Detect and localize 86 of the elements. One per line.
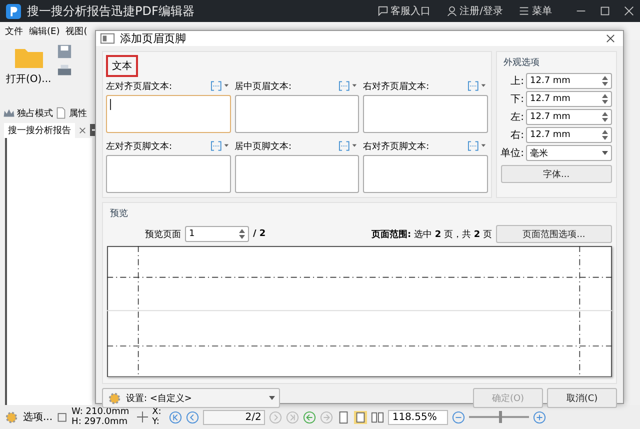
spin-arrows-icon[interactable] [602, 94, 608, 104]
insert-macro-icon[interactable] [466, 80, 488, 92]
back-icon[interactable] [303, 410, 316, 424]
header-link[interactable]: 菜单 [519, 4, 552, 18]
dialog-title: 添加页眉页脚 [120, 31, 186, 46]
text-area[interactable] [234, 95, 360, 133]
field-label: 左对齐页脚文本: [106, 140, 172, 152]
page-height: H: 297.0mm [72, 417, 129, 427]
margin-label: 右: [510, 129, 524, 142]
text-area[interactable] [234, 155, 360, 193]
menu-item[interactable]: 文件 [5, 24, 23, 38]
open-button[interactable]: 打开(O)... [6, 72, 52, 86]
text-area[interactable] [363, 155, 488, 193]
group-title: 预览 [109, 208, 129, 221]
page-range-text: 页面范围: 选中 2 页，共 2 页 [372, 228, 492, 240]
save-icon[interactable] [57, 44, 72, 59]
zoom-out-icon[interactable] [452, 410, 466, 424]
fit-width-icon[interactable] [354, 410, 368, 424]
margin-spinbox[interactable]: 12.7 mm [526, 127, 612, 143]
preview-page-label: 预览页面 [145, 228, 181, 240]
field-label: 右对齐页眉文本: [363, 80, 430, 92]
properties-button[interactable]: 属性 [69, 106, 87, 120]
menu-item[interactable]: 视图( [66, 24, 88, 38]
app-title: 搜一搜分析报告迅捷PDF编辑器 [27, 2, 194, 20]
options-button[interactable]: 选项... [23, 410, 53, 424]
insert-macro-icon[interactable] [466, 140, 488, 152]
spin-arrows-icon[interactable] [602, 76, 608, 86]
header-link[interactable]: 注册/登录 [446, 4, 503, 18]
user-icon [446, 6, 457, 16]
zoom-in-icon[interactable] [533, 410, 546, 424]
insert-macro-icon[interactable] [208, 140, 231, 152]
margin-spinbox[interactable]: 12.7 mm [526, 73, 612, 89]
crown-icon [3, 107, 15, 119]
dropdown-arrow-icon[interactable] [269, 396, 275, 400]
app-logo-icon [6, 4, 21, 18]
settings-dropdown[interactable]: 设置: <自定义> [102, 388, 280, 408]
header-link[interactable]: 客服入口 [378, 4, 431, 18]
chat-icon [378, 6, 388, 16]
margin-spinbox[interactable]: 12.7 mm [526, 91, 612, 107]
unit-label: 单位: [500, 146, 524, 160]
field-label: 居中页脚文本: [234, 140, 292, 152]
spin-arrows-icon[interactable] [602, 112, 608, 122]
field-label: 右对齐页脚文本: [363, 140, 430, 152]
margin-label: 下: [510, 93, 524, 106]
document-tab[interactable]: 搜一搜分析报告 [4, 122, 75, 138]
maximize-icon[interactable] [600, 6, 610, 16]
dialog-button[interactable]: 取消(C) [547, 388, 617, 408]
close-icon[interactable] [79, 126, 86, 134]
page-size-icon [56, 411, 68, 423]
unit-dropdown[interactable]: 毫米 [526, 145, 612, 161]
field-label: 左对齐页眉文本: [106, 80, 172, 92]
text-area[interactable] [106, 95, 231, 133]
preview-page-spinbox[interactable]: 1 [185, 226, 249, 242]
spin-arrows-icon[interactable] [239, 229, 245, 239]
exclusive-mode-button[interactable]: 独占模式 [17, 106, 53, 120]
gear-icon[interactable] [4, 410, 19, 424]
page-range-button[interactable]: 页面范围选项... [496, 225, 612, 243]
page-total: / 2 [253, 229, 266, 239]
zoom-dropdown[interactable]: 118.55% [388, 410, 448, 424]
previous-page-icon[interactable] [186, 410, 200, 424]
document-icon [55, 107, 67, 119]
y-coordinate: Y: [152, 417, 160, 427]
two-page-icon[interactable] [371, 410, 384, 424]
margin-label: 上: [510, 74, 524, 88]
page-width: W: 210.0mm [72, 407, 130, 417]
zoom-slider-thumb[interactable] [499, 411, 502, 423]
close-icon[interactable] [606, 34, 615, 43]
margin-spinbox[interactable]: 12.7 mm [526, 109, 612, 125]
font-button[interactable]: 字体... [500, 165, 612, 183]
printer-icon[interactable] [57, 63, 72, 78]
dropdown-arrow-icon[interactable] [602, 151, 608, 155]
menu-item[interactable]: 编辑(E) [29, 24, 60, 38]
first-page-icon[interactable] [169, 410, 182, 424]
field-label: 居中页眉文本: [234, 80, 292, 92]
group-title: 文本 [106, 55, 138, 77]
single-page-icon[interactable] [337, 410, 350, 424]
page-number-field[interactable]: 2/2 [203, 410, 266, 424]
text-area[interactable] [106, 155, 231, 193]
menu-icon [519, 6, 529, 16]
gear-icon [107, 390, 122, 406]
text-area[interactable] [363, 95, 488, 133]
spin-arrows-icon[interactable] [602, 130, 608, 140]
group-title: 外观选项 [502, 56, 541, 70]
margin-label: 左: [510, 111, 524, 124]
insert-macro-icon[interactable] [208, 80, 231, 92]
crosshair-icon [137, 411, 148, 423]
